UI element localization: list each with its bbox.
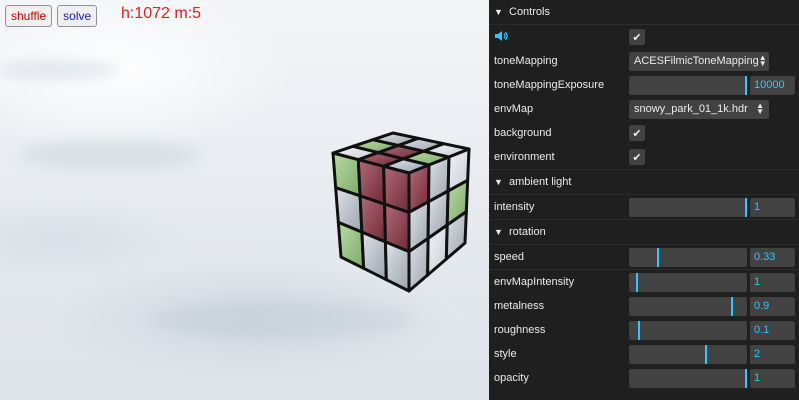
slider-thumb[interactable] xyxy=(704,344,707,364)
opacity-row: opacity 1 xyxy=(489,366,799,390)
background-checkbox[interactable]: ✔ xyxy=(629,125,645,141)
exposure-label: toneMappingExposure xyxy=(494,79,605,91)
style-label: style xyxy=(494,348,517,360)
envmap-label: envMap xyxy=(494,103,534,115)
controls-panel: ▼ Controls ✔ toneMapping ACESFilmicToneM… xyxy=(489,0,799,400)
environment-row: environment ✔ xyxy=(489,145,799,169)
controls-folder-title[interactable]: ▼ Controls xyxy=(489,0,799,25)
speed-label: speed xyxy=(494,251,524,263)
metalness-row: metalness 0.9 xyxy=(489,294,799,318)
metalness-label: metalness xyxy=(494,300,545,312)
opacity-slider[interactable] xyxy=(629,368,747,388)
tonemapping-select[interactable]: ACESFilmicToneMapping ▲ ▼ xyxy=(629,51,769,71)
intensity-number-input[interactable]: 1 xyxy=(750,197,795,217)
speed-slider[interactable] xyxy=(629,247,747,267)
ambient-title: ambient light xyxy=(509,176,572,188)
exposure-number-input[interactable]: 10000 xyxy=(750,75,795,95)
action-buttons: shuffle solve xyxy=(5,5,98,27)
roughness-label: roughness xyxy=(494,324,546,336)
roughness-number-input[interactable]: 0.1 xyxy=(750,320,795,340)
exposure-row: toneMappingExposure 10000 xyxy=(489,73,799,97)
envmapintensity-number-input[interactable]: 1 xyxy=(750,272,795,292)
slider-thumb[interactable] xyxy=(636,272,639,292)
background-label: background xyxy=(494,127,552,139)
sound-row: ✔ xyxy=(489,25,799,49)
cube-left-face-sticker xyxy=(383,240,411,293)
tonemapping-value: ACESFilmicToneMapping xyxy=(634,55,759,67)
cube-left-face-sticker xyxy=(360,230,388,282)
style-number-input[interactable]: 2 xyxy=(750,344,795,364)
slider-thumb[interactable] xyxy=(745,197,747,217)
chevron-down-icon: ▼ xyxy=(494,177,503,187)
slider-thumb[interactable] xyxy=(730,296,733,316)
envmap-value: snowy_park_01_1k.hdr xyxy=(634,103,748,115)
rotation-title: rotation xyxy=(509,226,546,238)
shuffle-button[interactable]: shuffle xyxy=(5,5,53,27)
sound-checkbox[interactable]: ✔ xyxy=(629,29,645,45)
speed-row: speed 0.33 xyxy=(489,245,799,269)
intensity-row: intensity 1 xyxy=(489,195,799,219)
rotation-folder-title[interactable]: ▼ rotation xyxy=(489,219,799,245)
intensity-slider[interactable] xyxy=(629,197,747,217)
3d-viewport[interactable]: shuffle solve h:1072 m:5 xyxy=(0,0,489,400)
envmapintensity-row: envMapIntensity 1 xyxy=(489,270,799,294)
select-arrows-icon: ▲ ▼ xyxy=(758,53,767,68)
controls-title: Controls xyxy=(509,6,550,18)
rubiks-cube[interactable] xyxy=(325,125,475,295)
environment-checkbox[interactable]: ✔ xyxy=(629,149,645,165)
opacity-number-input[interactable]: 1 xyxy=(750,368,795,388)
style-slider[interactable] xyxy=(629,344,747,364)
speaker-icon xyxy=(495,30,508,41)
environment-label: environment xyxy=(494,151,555,163)
envmap-select[interactable]: snowy_park_01_1k.hdr ▲ ▼ xyxy=(629,99,769,119)
slider-thumb[interactable] xyxy=(637,320,640,340)
slider-thumb[interactable] xyxy=(745,75,747,95)
roughness-slider[interactable] xyxy=(629,320,747,340)
chevron-down-icon: ▼ xyxy=(494,227,503,237)
metalness-slider[interactable] xyxy=(629,296,747,316)
background-row: background ✔ xyxy=(489,121,799,145)
ambient-folder-title[interactable]: ▼ ambient light xyxy=(489,169,799,195)
metalness-number-input[interactable]: 0.9 xyxy=(750,296,795,316)
slider-thumb[interactable] xyxy=(656,247,659,267)
move-counter: h:1072 m:5 xyxy=(121,5,202,22)
speed-number-input[interactable]: 0.33 xyxy=(750,247,795,267)
exposure-slider[interactable] xyxy=(629,75,747,95)
chevron-down-icon: ▼ xyxy=(494,7,503,17)
select-arrows-icon: ▲ ▼ xyxy=(756,101,764,116)
envmapintensity-label: envMapIntensity xyxy=(494,276,575,288)
roughness-row: roughness 0.1 xyxy=(489,318,799,342)
envmap-row: envMap snowy_park_01_1k.hdr ▲ ▼ xyxy=(489,97,799,121)
opacity-label: opacity xyxy=(494,372,529,384)
slider-thumb[interactable] xyxy=(745,368,747,388)
solve-button[interactable]: solve xyxy=(57,5,98,27)
tonemapping-label: toneMapping xyxy=(494,55,558,67)
intensity-label: intensity xyxy=(494,201,535,213)
tonemapping-row: toneMapping ACESFilmicToneMapping ▲ ▼ xyxy=(489,49,799,73)
envmapintensity-slider[interactable] xyxy=(629,272,747,292)
style-row: style 2 xyxy=(489,342,799,366)
